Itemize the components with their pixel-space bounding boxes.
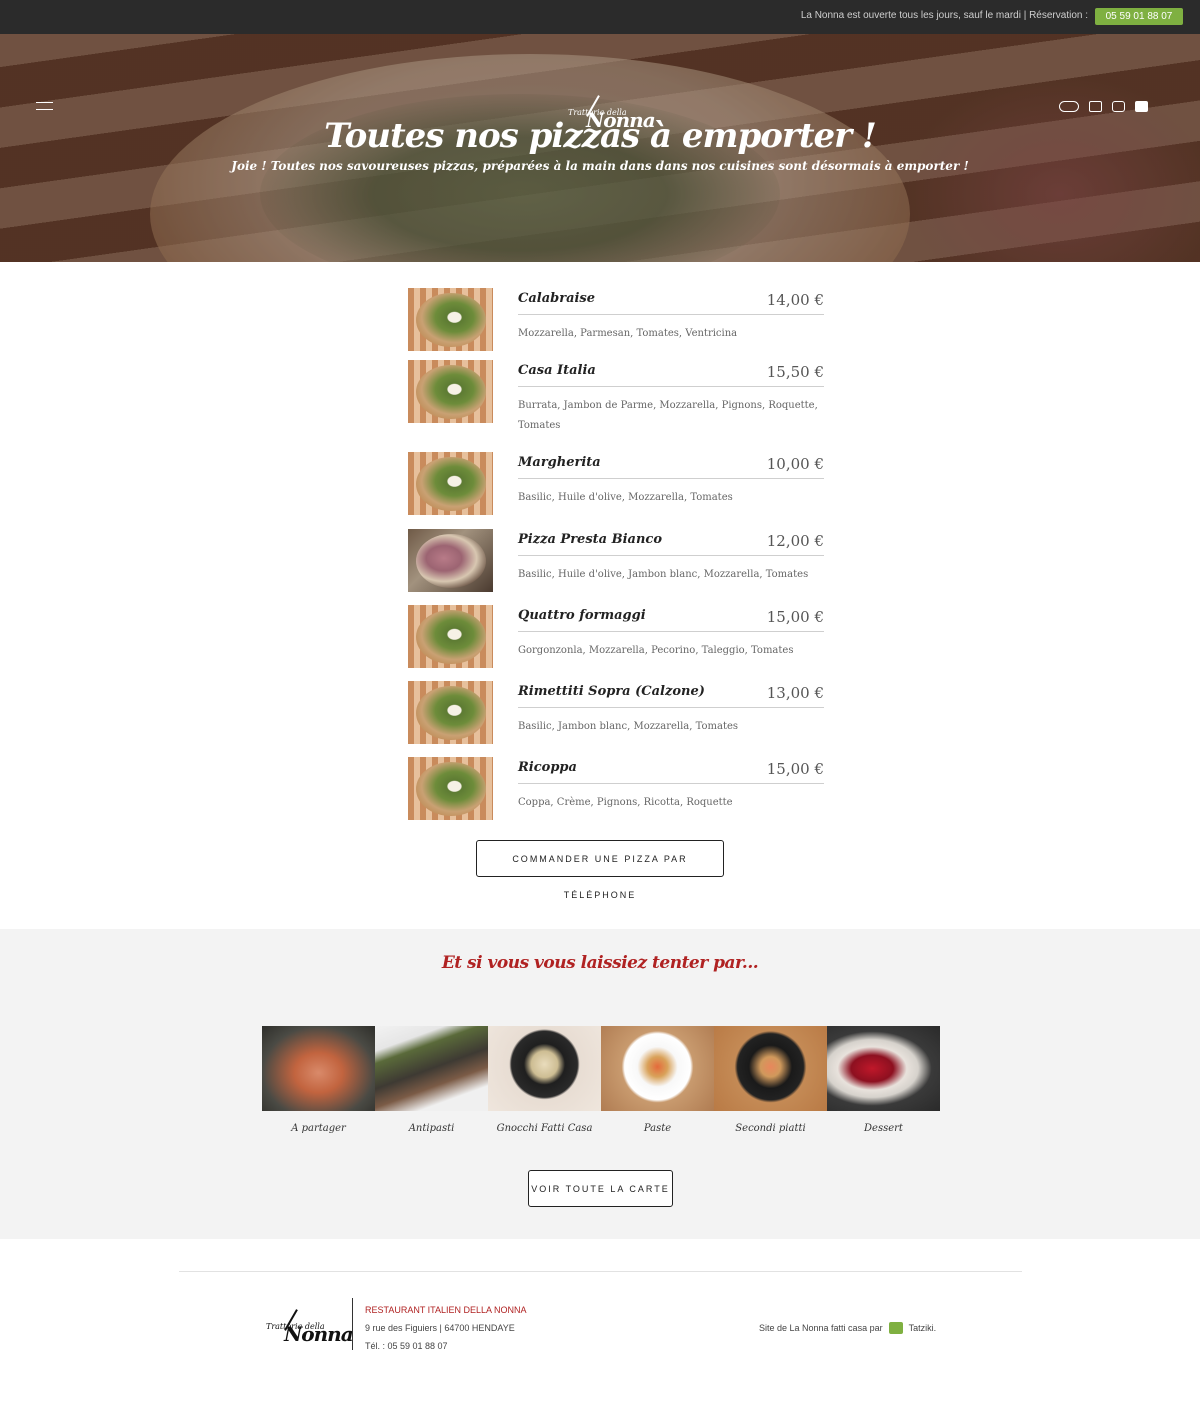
reservation-phone-button[interactable]: 05 59 01 88 07	[1095, 8, 1183, 25]
credit-text: Site de La Nonna fatti casa par	[759, 1323, 883, 1333]
tripadvisor-icon[interactable]	[1059, 101, 1079, 112]
category-image[interactable]	[488, 1026, 601, 1111]
hero-banner: Trattoria della Nonna Toutes nos pizzas …	[0, 34, 1200, 262]
facebook-icon[interactable]	[1089, 101, 1102, 112]
pizza-name: Casa Italia	[518, 363, 596, 378]
category-image[interactable]	[827, 1026, 940, 1111]
category-dessert[interactable]: Dessert	[827, 1026, 940, 1134]
pizza-name: Margherita	[518, 455, 601, 470]
pizza-name: Calabraise	[518, 291, 596, 306]
footer-phone[interactable]: Tél. : 05 59 01 88 07	[365, 1337, 527, 1355]
instagram-icon[interactable]	[1112, 101, 1125, 112]
opening-info: La Nonna est ouverte tous les jours, sau…	[800, 10, 1088, 21]
suggestions-section: Et si vous vous laissiez tenter par... A…	[0, 929, 1200, 1239]
pizza-thumbnail[interactable]	[408, 605, 493, 668]
pizza-thumbnail[interactable]	[408, 288, 493, 351]
pizza-ingredients: Basilic, Jambon blanc, Mozzarella, Tomat…	[518, 721, 739, 732]
category-label: Dessert	[864, 1123, 903, 1134]
pizza-name: Rimettiti Sopra (Calzone)	[518, 684, 705, 699]
pizza-ingredients: Mozzarella, Parmesan, Tomates, Ventricin…	[518, 328, 738, 339]
pizza-name: Quattro formaggi	[518, 608, 646, 623]
pizza-thumbnail[interactable]	[408, 757, 493, 820]
hamburger-menu-icon[interactable]	[36, 102, 53, 110]
category-paste[interactable]: Paste	[601, 1026, 714, 1134]
pizza-price: 15,00 €	[766, 760, 824, 778]
category-label: Antipasti	[408, 1123, 455, 1134]
category-label: Gnocchi Fatti Casa	[496, 1123, 593, 1134]
footer-divider	[179, 1271, 1022, 1272]
pizza-name: Ricoppa	[518, 760, 577, 775]
pizza-price: 12,00 €	[766, 532, 824, 550]
street-address: 9 rue des Figuiers | 64700 HENDAYE	[365, 1323, 515, 1333]
category-label: A partager	[291, 1123, 346, 1134]
restaurant-name: RESTAURANT ITALIEN DELLA NONNA	[365, 1305, 527, 1315]
category-a-partager[interactable]: A partager	[262, 1026, 375, 1134]
category-image[interactable]	[375, 1026, 488, 1111]
top-bar: La Nonna est ouverte tous les jours, sau…	[0, 0, 1200, 34]
pizza-ingredients: Gorgonzonla, Mozzarella, Pecorino, Taleg…	[518, 645, 794, 656]
pizza-thumbnail[interactable]	[408, 681, 493, 744]
category-image[interactable]	[601, 1026, 714, 1111]
category-grid: A partager Antipasti Gnocchi Fatti Casa …	[262, 1026, 940, 1146]
category-gnocchi[interactable]: Gnocchi Fatti Casa	[488, 1026, 601, 1134]
pizza-name: Pizza Presta Bianco	[518, 532, 662, 547]
logo-big-text: Nonna	[284, 1322, 354, 1346]
pizza-price: 13,00 €	[766, 684, 824, 702]
category-secondi-piatti[interactable]: Secondi piatti	[714, 1026, 827, 1134]
pizza-thumbnail[interactable]	[408, 452, 493, 515]
credit-brand-link[interactable]: Tatziki.	[909, 1323, 937, 1333]
mail-icon[interactable]	[1135, 101, 1148, 112]
social-links	[1059, 101, 1148, 112]
pizza-price: 15,00 €	[766, 608, 824, 626]
suggestions-title: Et si vous vous laissiez tenter par...	[441, 953, 759, 973]
footer-logo[interactable]: Trattoria della Nonna	[266, 1308, 354, 1352]
category-image[interactable]	[714, 1026, 827, 1111]
pizza-price: 14,00 €	[766, 291, 824, 309]
pizza-ingredients: Burrata, Jambon de Parme, Mozzarella, Pi…	[518, 400, 818, 431]
page-subtitle: Joie ! Toutes nos savoureuses pizzas, pr…	[231, 159, 969, 173]
tatziki-logo-icon[interactable]	[888, 1322, 903, 1334]
page-title: Toutes nos pizzas à emporter !	[324, 116, 877, 156]
pizza-thumbnail[interactable]	[408, 529, 493, 592]
category-image[interactable]	[262, 1026, 375, 1111]
site-credit: Site de La Nonna fatti casa par Tatziki.	[759, 1322, 936, 1334]
pizza-thumbnail[interactable]	[408, 360, 493, 423]
category-label: Paste	[643, 1123, 672, 1134]
view-full-menu-button[interactable]: VOIR TOUTE LA CARTE	[528, 1170, 673, 1207]
pizza-ingredients: Basilic, Huile d'olive, Jambon blanc, Mo…	[518, 569, 809, 580]
pizza-price: 10,00 €	[766, 455, 824, 473]
category-label: Secondi piatti	[735, 1123, 806, 1134]
order-by-phone-button[interactable]: COMMANDER UNE PIZZA PAR TÉLÉPHONE	[476, 840, 724, 900]
category-antipasti[interactable]: Antipasti	[375, 1026, 488, 1134]
pizza-ingredients: Coppa, Crème, Pignons, Ricotta, Roquette	[518, 797, 733, 808]
pizza-ingredients: Basilic, Huile d'olive, Mozzarella, Toma…	[518, 492, 733, 503]
footer-address: RESTAURANT ITALIEN DELLA NONNA 9 rue des…	[365, 1301, 527, 1355]
pizza-price: 15,50 €	[766, 363, 824, 381]
